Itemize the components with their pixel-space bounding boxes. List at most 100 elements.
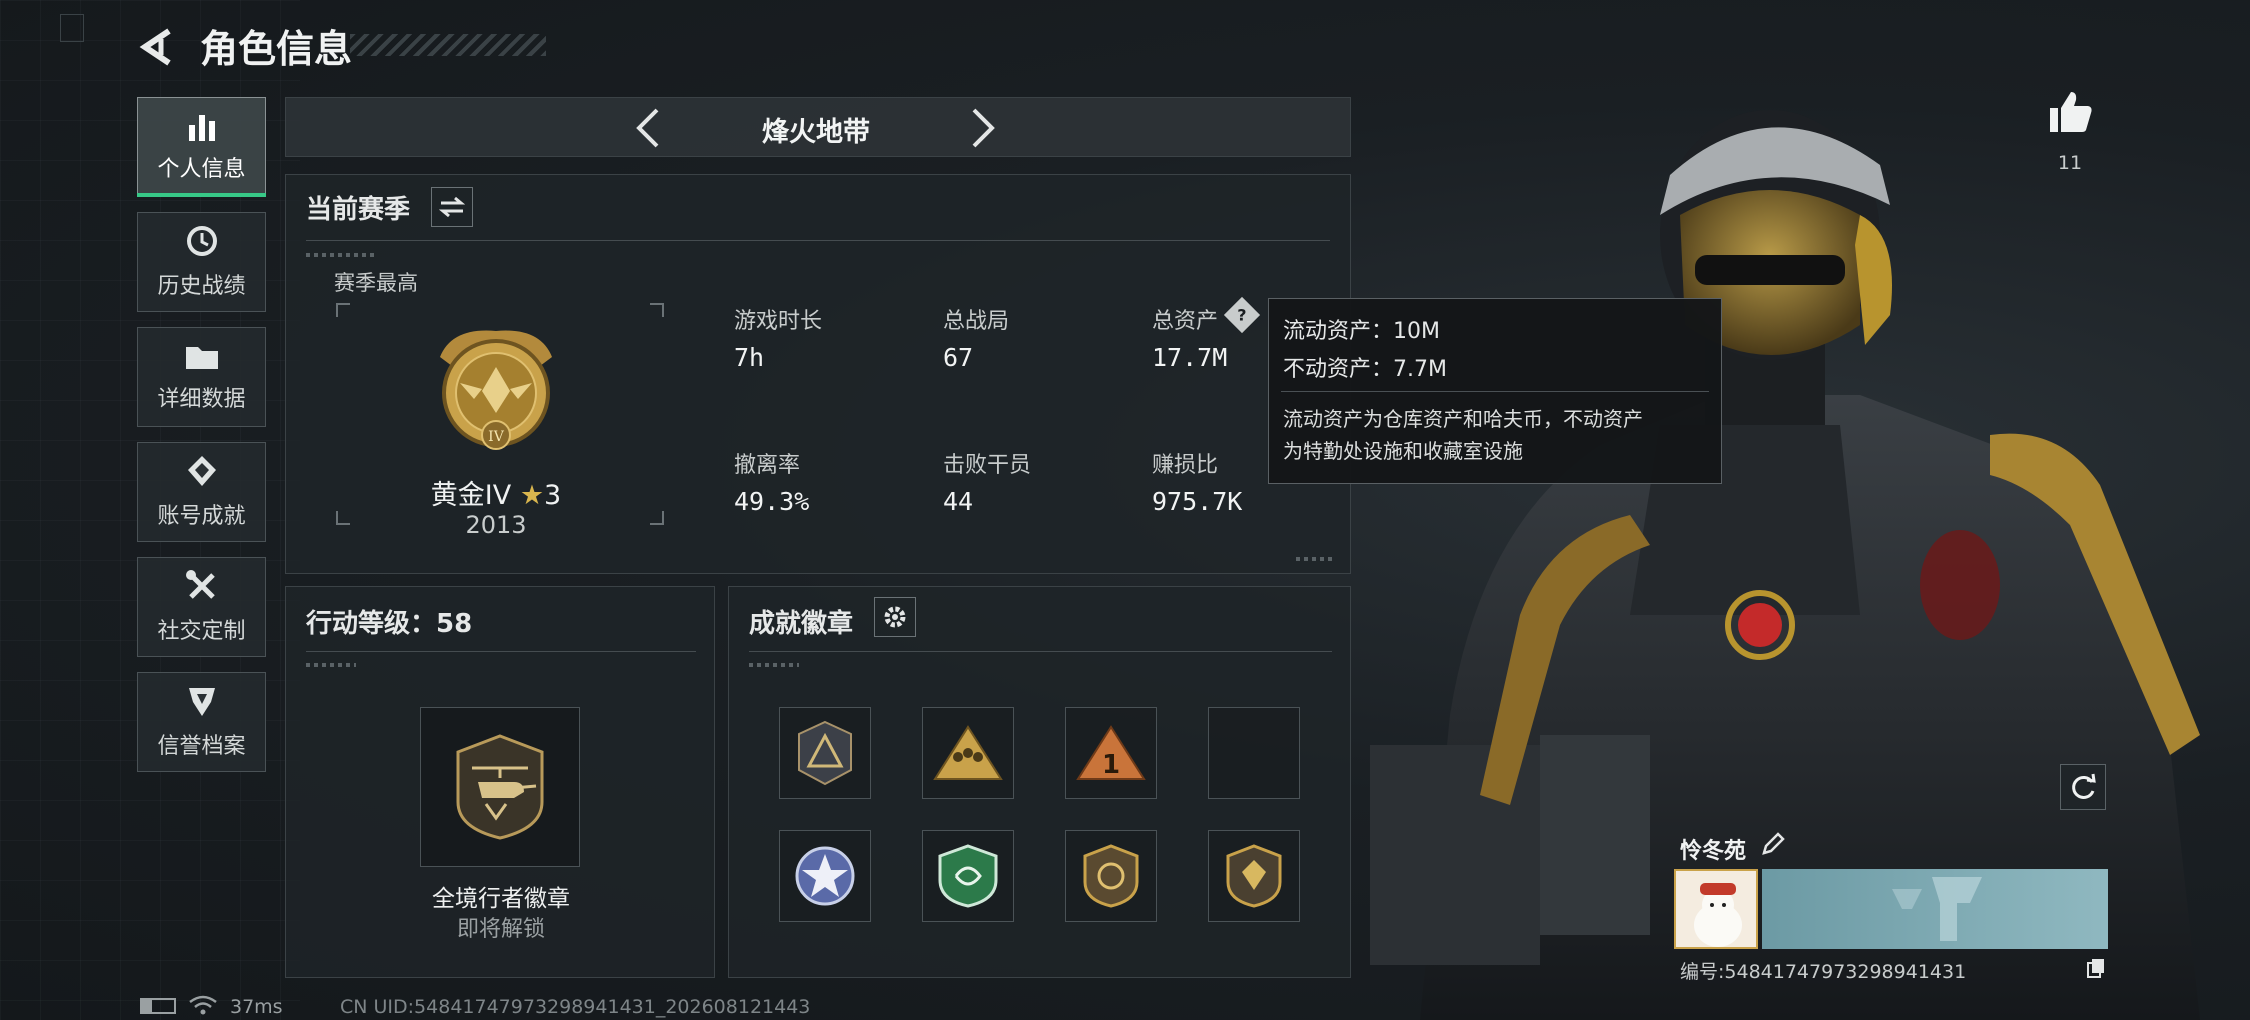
stat-label: 游戏时长 [734, 309, 823, 334]
sidebar-item-label: 历史战绩 [157, 274, 246, 299]
page-title: 角色信息 [200, 27, 353, 71]
stat-value: 975.7K [1152, 487, 1243, 516]
stat-label: 总资产 [1152, 309, 1219, 334]
tick-decoration [306, 663, 356, 667]
sidebar-item-label: 社交定制 [157, 619, 246, 644]
stat-label: 撤离率 [734, 453, 801, 478]
achievement-badge[interactable] [922, 830, 1014, 922]
mode-selector: 烽火地带 [285, 97, 1351, 157]
thumbs-up-icon [2050, 92, 2092, 132]
achievement-badge[interactable] [1208, 830, 1300, 922]
tooltip-desc: 为特勤处设施和收藏室设施 [1283, 439, 1523, 463]
season-panel: 当前赛季 赛季最高 IV 黄金IV ★3 2013 游戏时长 7h 总战局 67… [285, 174, 1351, 574]
like-count: 11 [2057, 152, 2083, 174]
stat-value: 49.3% [734, 487, 810, 516]
action-level-label: 行动等级：58 [306, 609, 473, 639]
frame-corner [650, 303, 664, 317]
tick-decoration [1296, 557, 1336, 561]
achievement-icon [187, 456, 216, 486]
sidebar-item-history[interactable]: 历史战绩 [137, 212, 266, 312]
svg-text:1: 1 [1102, 750, 1120, 780]
achievement-badge[interactable] [779, 830, 871, 922]
tooltip-desc: 流动资产为仓库资产和哈夫币，不动资产 [1283, 407, 1643, 431]
frame-corner [650, 511, 664, 525]
season-switch-button[interactable] [431, 187, 473, 227]
rank-name: 黄金IV [430, 480, 512, 511]
achievement-badge[interactable]: 1 [1065, 707, 1157, 799]
refresh-icon [2072, 773, 2096, 799]
divider [749, 651, 1332, 652]
sidebar-item-detail-data[interactable]: 详细数据 [137, 327, 266, 427]
player-name: 怜冬苑 [1680, 839, 1747, 864]
chevron-right-icon [972, 108, 995, 148]
back-arrow-icon [139, 28, 171, 66]
copy-id-button[interactable] [2086, 957, 2106, 979]
sidebar-item-label: 详细数据 [157, 387, 246, 412]
edit-name-button[interactable] [1760, 831, 1788, 859]
history-icon [186, 226, 217, 256]
player-banner[interactable] [1762, 869, 2108, 949]
sidebar-item-label: 账号成就 [157, 504, 246, 529]
avatar[interactable] [1674, 869, 1758, 949]
level-badge-slot[interactable] [420, 707, 580, 867]
stat-value: 44 [943, 487, 974, 516]
number-one-badge-icon: 1 [1076, 725, 1146, 780]
tooltip-liquid: 流动资产：10M [1283, 319, 1440, 344]
emblem-banner-icon [1892, 877, 1982, 941]
sidebar-item-social[interactable]: 社交定制 [137, 557, 266, 657]
season-title: 当前赛季 [306, 195, 411, 225]
achievements-panel: 成就徽章 1 [728, 586, 1351, 978]
achievement-badge[interactable] [779, 707, 871, 799]
mode-prev-button[interactable] [626, 106, 670, 150]
question-icon: ? [1237, 305, 1247, 325]
stat-label: 击败干员 [943, 453, 1032, 478]
rank-numeral: IV [488, 429, 505, 445]
chevron-left-icon [636, 108, 659, 148]
mode-label: 烽火地带 [762, 117, 870, 148]
achievements-settings-button[interactable] [874, 597, 916, 637]
mode-next-button[interactable] [961, 106, 1005, 150]
uid-text: CN UID:5484174797329894143​1_20260812144… [340, 996, 811, 1018]
ping-text: 37ms [230, 996, 283, 1018]
cat-avatar-icon [1676, 871, 1756, 947]
back-button[interactable] [136, 24, 182, 70]
frame-corner [336, 303, 350, 317]
pencil-icon [1762, 832, 1785, 855]
sidebar-item-label: 个人信息 [157, 157, 246, 182]
asset-help-button[interactable]: ? [1223, 296, 1261, 334]
achievement-badge[interactable] [1065, 830, 1157, 922]
star-badge-icon [795, 846, 855, 906]
star-icon: ★ [519, 480, 545, 511]
sidebar-item-label: 信誉档案 [157, 734, 246, 759]
stat-value: 67 [943, 343, 974, 372]
action-level-panel: 行动等级：58 全境行者徽章 即将解锁 [285, 586, 715, 978]
sidebar-item-reputation[interactable]: 信誉档案 [137, 672, 266, 772]
rank-line: 黄金IV ★3 [346, 473, 646, 512]
achievement-badge[interactable] [922, 707, 1014, 799]
player-id: 编号:5484174797329894143​1 [1680, 957, 1966, 984]
stat-value: 7h [734, 343, 765, 372]
achievements-title: 成就徽章 [749, 609, 854, 639]
divider [306, 240, 1330, 241]
achievement-badge-empty[interactable] [1208, 707, 1300, 799]
stat-value: 17.7M [1152, 343, 1228, 372]
battery-icon [140, 998, 176, 1014]
bar-chart-icon [188, 115, 215, 141]
copy-icon [2087, 959, 2104, 978]
swap-icon [439, 196, 465, 218]
gold-rank-emblem: IV [440, 330, 552, 450]
asset-tooltip: 流动资产：10M 不动资产：7.7M 流动资产为仓库资产和哈夫币，不动资产 为特… [1268, 298, 1722, 484]
tooltip-fixed: 不动资产：7.7M [1283, 357, 1447, 382]
rank-score: 2013 [465, 511, 527, 539]
rotate-model-button[interactable] [2060, 764, 2106, 810]
triangle-badge-icon [798, 720, 852, 786]
sidebar-item-achievement[interactable]: 账号成就 [137, 442, 266, 542]
divider [306, 651, 696, 652]
season-best-label: 赛季最高 [334, 271, 418, 295]
active-indicator [137, 193, 266, 197]
stat-label: 总战局 [943, 309, 1010, 334]
sidebar-item-personal-info[interactable]: 个人信息 [137, 97, 266, 197]
gold-shield-badge-icon [1226, 844, 1282, 908]
like-button[interactable] [2040, 88, 2100, 138]
bronze-badge-icon [1083, 844, 1139, 908]
